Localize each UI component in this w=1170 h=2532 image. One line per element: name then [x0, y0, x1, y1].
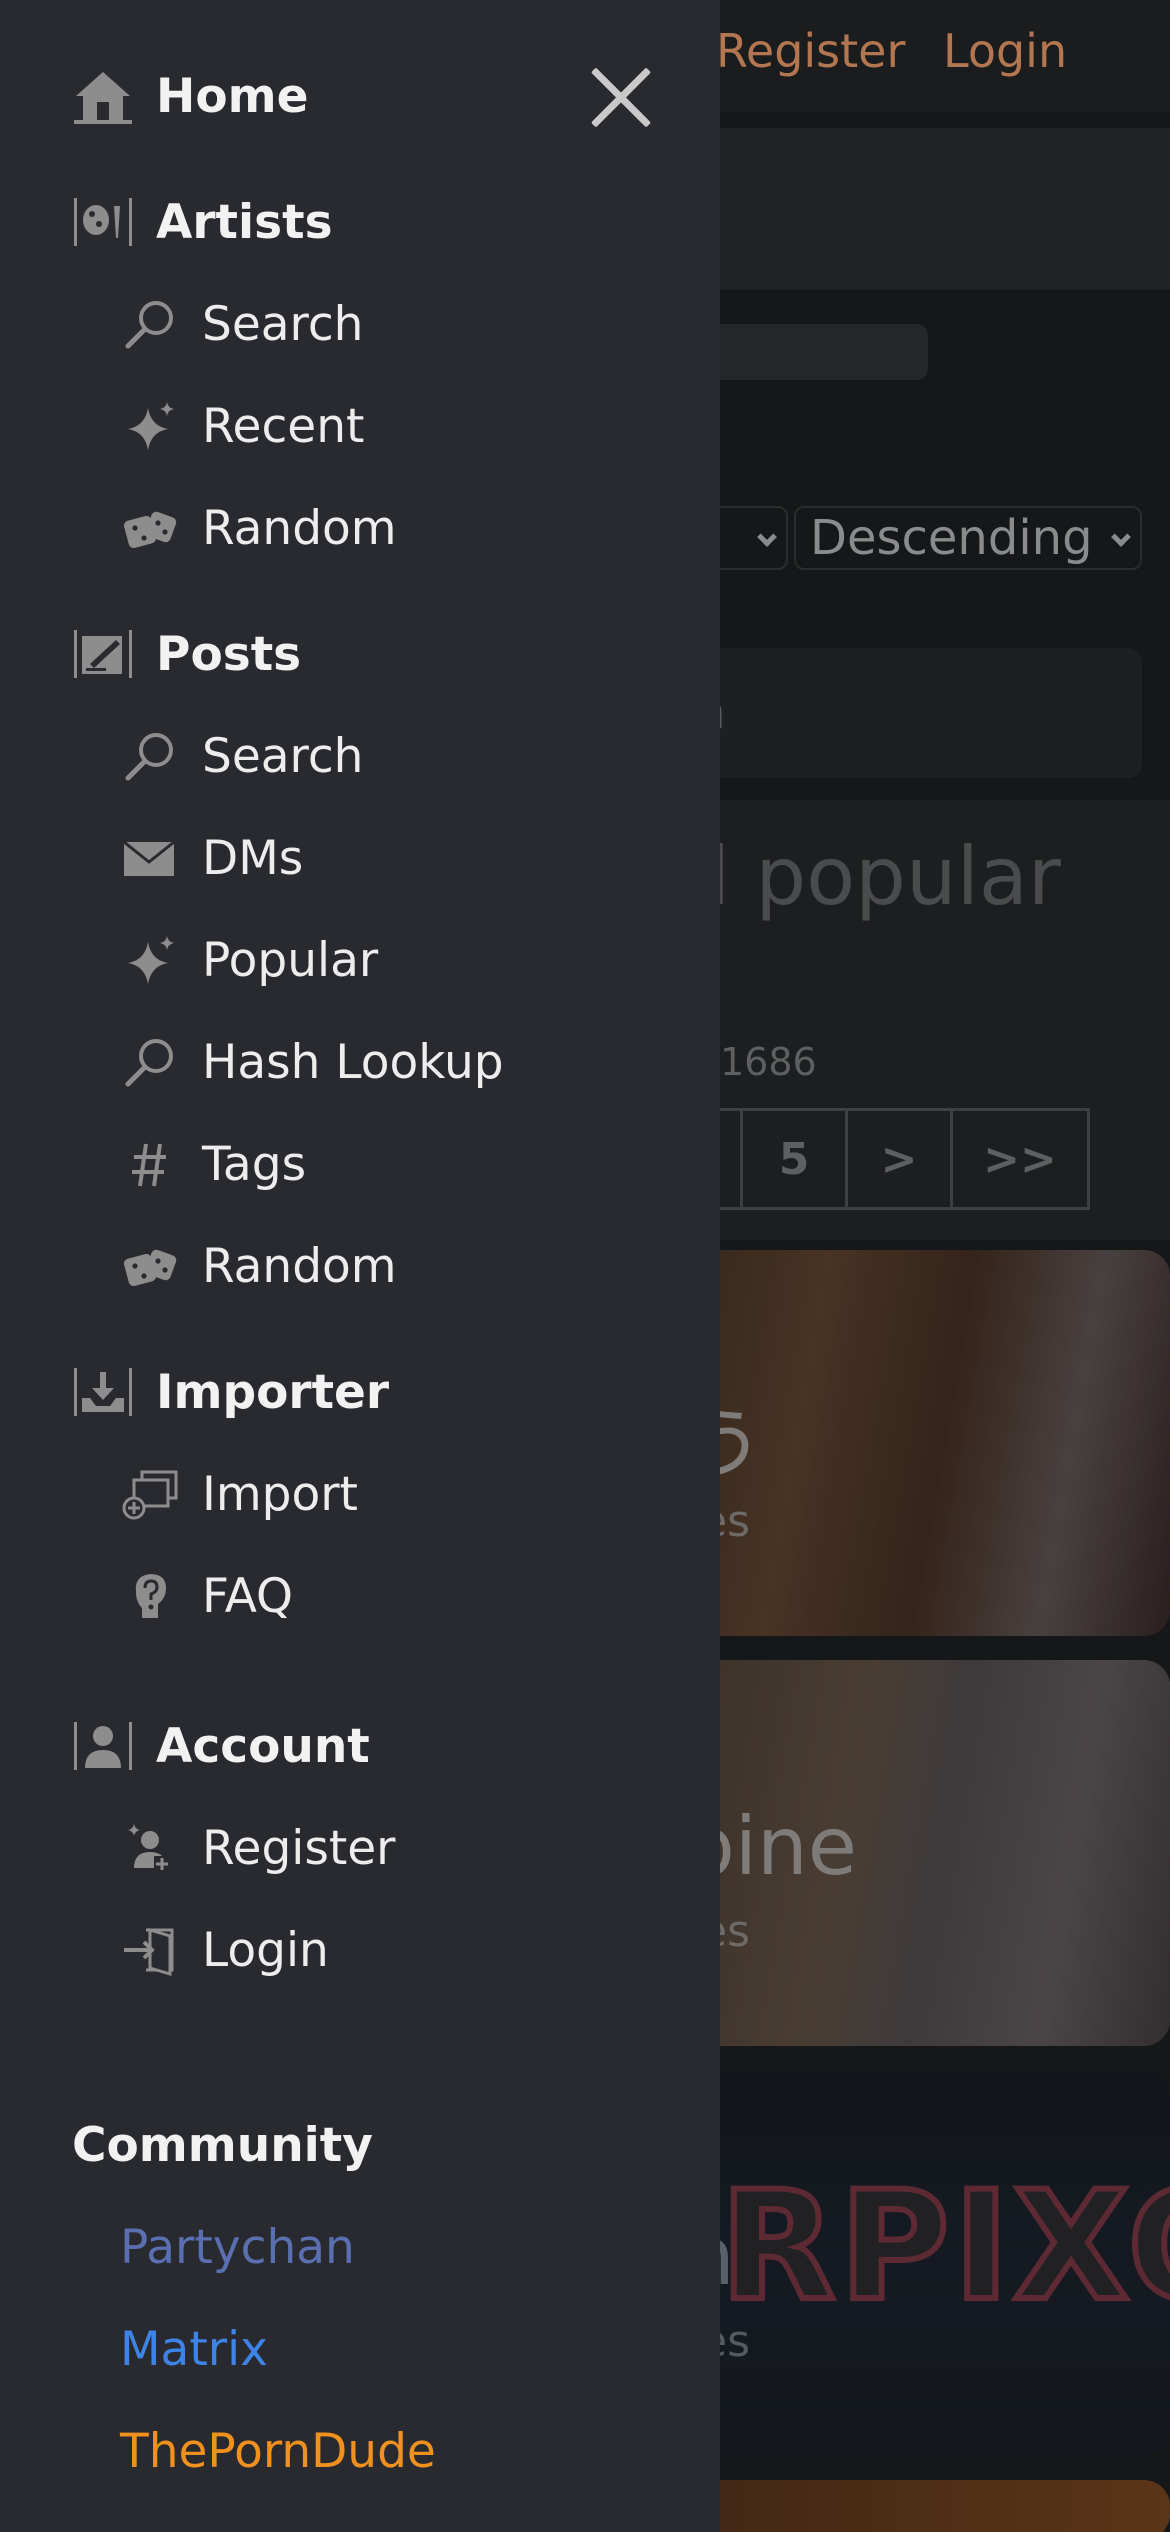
community-link-theporndude[interactable]: ThePornDude: [120, 2424, 436, 2479]
search-icon: [120, 1034, 180, 1090]
nav-account-register[interactable]: Register: [120, 1818, 396, 1878]
nav-section-posts[interactable]: Posts: [72, 624, 301, 684]
nav-posts-tags[interactable]: Tags: [120, 1134, 306, 1194]
envelope-icon: [120, 830, 180, 886]
nav-posts-popular[interactable]: Popular: [120, 930, 378, 990]
nav-importer-faq-label: FAQ: [202, 1568, 294, 1624]
dice-icon: [120, 500, 180, 556]
nav-posts-random-label: Random: [202, 1238, 397, 1294]
nav-section-importer-label: Importer: [156, 1364, 390, 1420]
header-register-link[interactable]: Register: [716, 24, 905, 78]
header-login-link[interactable]: Login: [943, 24, 1067, 78]
home-icon: [72, 68, 134, 124]
nav-posts-hash-lookup[interactable]: Hash Lookup: [120, 1032, 504, 1092]
sort-order-select[interactable]: Descending: [794, 506, 1142, 570]
importer-icon: [72, 1364, 134, 1420]
community-link-partychan[interactable]: Partychan: [120, 2220, 355, 2275]
nav-posts-tags-label: Tags: [202, 1136, 307, 1192]
nav-section-artists[interactable]: Artists: [72, 192, 333, 252]
results-count: 1686: [720, 1040, 817, 1084]
next-page-button[interactable]: >: [845, 1108, 953, 1210]
nav-posts-search-label: Search: [202, 728, 364, 784]
nav-section-artists-label: Artists: [156, 194, 333, 250]
community-heading: Community: [72, 2118, 373, 2173]
nav-artists-search[interactable]: Search: [120, 294, 363, 354]
nav-posts-popular-label: Popular: [202, 932, 379, 988]
import-icon: [120, 1466, 180, 1522]
nav-importer-import-label: Import: [202, 1466, 358, 1522]
chevron-down-icon: [1111, 527, 1131, 547]
nav-posts-hash-lookup-label: Hash Lookup: [202, 1034, 504, 1090]
hash-icon: [120, 1136, 180, 1192]
dice-icon: [120, 1238, 180, 1294]
page: Register Login s Descending rch ed popul…: [0, 0, 1170, 2532]
register-user-icon: [120, 1820, 180, 1876]
posts-icon: [72, 626, 134, 682]
nav-posts-random[interactable]: Random: [120, 1236, 397, 1296]
community-link-matrix[interactable]: Matrix: [120, 2322, 268, 2377]
nav-account-register-label: Register: [202, 1820, 396, 1876]
artists-icon: [72, 194, 134, 250]
nav-section-account[interactable]: Account: [72, 1716, 370, 1776]
nav-section-importer[interactable]: Importer: [72, 1362, 389, 1422]
sparkle-icon: [120, 932, 180, 988]
search-icon: [120, 728, 180, 784]
nav-artists-random[interactable]: Random: [120, 498, 397, 558]
last-page-button[interactable]: >>: [950, 1108, 1090, 1210]
login-icon: [120, 1922, 180, 1978]
nav-section-posts-label: Posts: [156, 626, 302, 682]
close-menu-button[interactable]: [588, 64, 654, 130]
sparkle-icon: [120, 398, 180, 454]
search-icon: [120, 296, 180, 352]
nav-posts-dms[interactable]: DMs: [120, 828, 303, 888]
nav-home[interactable]: Home: [72, 66, 308, 126]
nav-home-label: Home: [156, 68, 309, 124]
nav-importer-faq[interactable]: FAQ: [120, 1566, 293, 1626]
side-menu: Home Artists Search Recent Random Posts …: [0, 0, 720, 2532]
sort-order-value: Descending: [810, 510, 1093, 566]
nav-importer-import[interactable]: Import: [120, 1464, 358, 1524]
nav-posts-dms-label: DMs: [202, 830, 304, 886]
nav-artists-random-label: Random: [202, 500, 397, 556]
nav-account-login[interactable]: Login: [120, 1920, 329, 1980]
nav-artists-recent[interactable]: Recent: [120, 396, 364, 456]
nav-posts-search[interactable]: Search: [120, 726, 363, 786]
account-icon: [72, 1718, 134, 1774]
nav-account-login-label: Login: [202, 1922, 329, 1978]
nav-artists-search-label: Search: [202, 296, 364, 352]
chevron-down-icon: [757, 527, 777, 547]
nav-artists-recent-label: Recent: [202, 398, 365, 454]
page-5-button[interactable]: 5: [740, 1108, 848, 1210]
nav-section-account-label: Account: [156, 1718, 370, 1774]
faq-icon: [120, 1568, 180, 1624]
